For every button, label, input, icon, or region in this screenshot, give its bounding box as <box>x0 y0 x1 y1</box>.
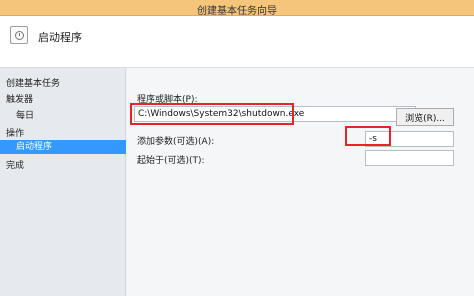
nav-item-trigger[interactable]: 触发器 <box>6 92 33 105</box>
start-in-input[interactable] <box>365 150 454 166</box>
scheduled-task-icon <box>10 26 28 44</box>
window-title: 创建基本任务向导 <box>197 6 277 17</box>
browse-button[interactable]: 浏览(R)... <box>396 108 454 126</box>
wizard-steps-nav: 创建基本任务 触发器 每日 操作 启动程序 完成 <box>0 68 126 296</box>
arguments-label: 添加参数(可选)(A): <box>137 137 215 147</box>
nav-item-create-basic-task[interactable]: 创建基本任务 <box>6 76 60 89</box>
highlight-box-program <box>130 103 294 125</box>
nav-item-action[interactable]: 操作 <box>6 126 24 139</box>
title-bar: 创建基本任务向导 <box>0 0 474 17</box>
highlight-box-arguments <box>345 126 391 146</box>
nav-item-daily[interactable]: 每日 <box>16 108 34 121</box>
wizard-header: 启动程序 <box>0 16 474 68</box>
action-settings-panel: 程序或脚本(P): 浏览(R)... 添加参数(可选)(A): 起始于(可选)(… <box>127 68 474 296</box>
start-in-label: 起始于(可选)(T): <box>137 156 205 166</box>
page-title: 启动程序 <box>38 31 82 44</box>
nav-item-finish[interactable]: 完成 <box>6 158 24 171</box>
nav-item-start-program[interactable]: 启动程序 <box>0 140 126 154</box>
